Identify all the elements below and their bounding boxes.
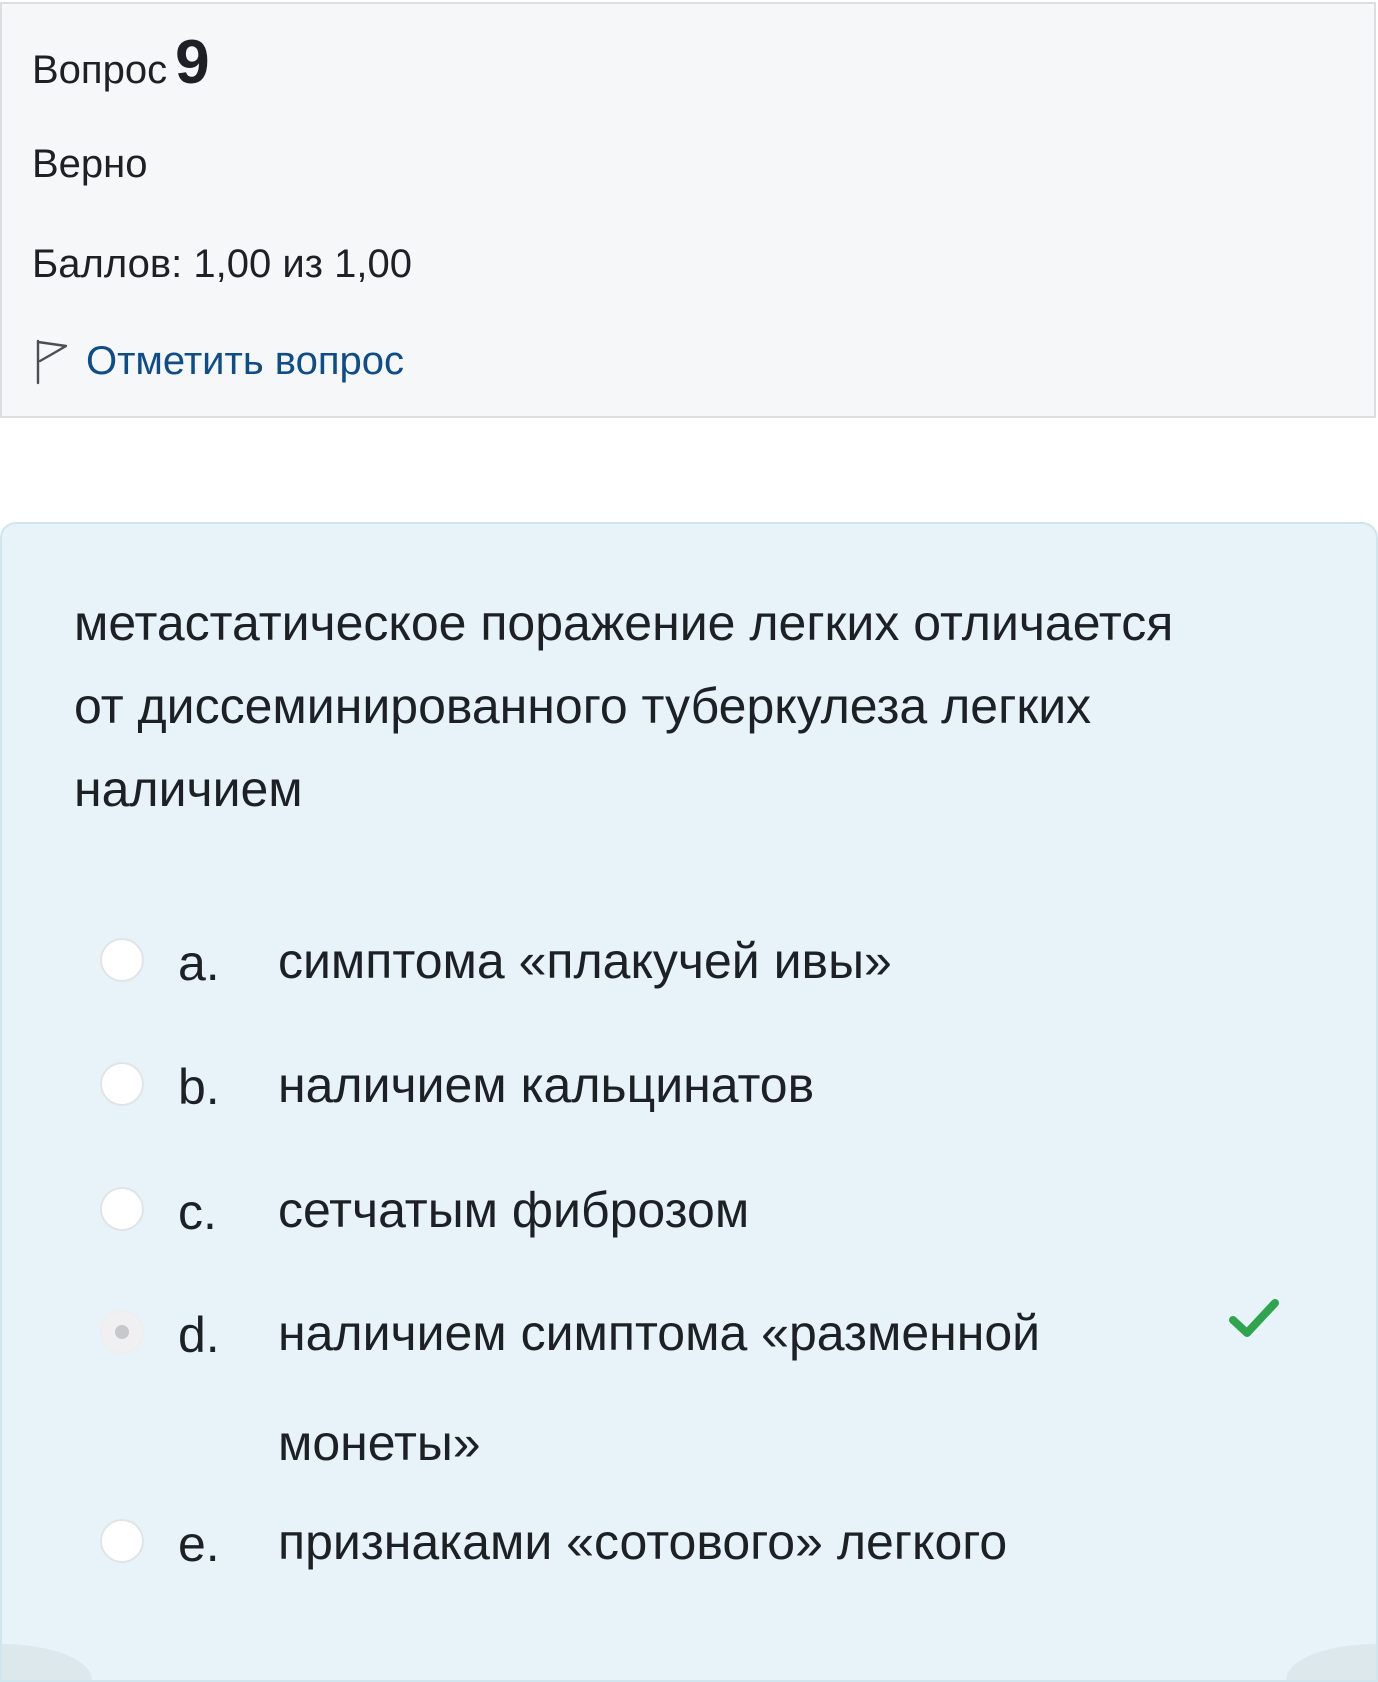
question-number: 9 <box>175 28 210 97</box>
answer-radio-b[interactable] <box>100 1062 144 1106</box>
answer-letter-c: c. <box>178 1184 217 1240</box>
answer-text-a: симптома «плакучей ивы» <box>278 933 892 989</box>
answer-letter-b: b. <box>178 1059 220 1115</box>
flag-question-label: Отметить вопрос <box>86 339 404 383</box>
answer-letter-e: e. <box>178 1516 220 1572</box>
answer-radio-c[interactable] <box>100 1187 144 1231</box>
answer-text-d: наличием симптома «разменной монеты» <box>278 1305 1041 1471</box>
answer-list: a. симптома «плакучей ивы» b. наличием к… <box>2 524 1376 1680</box>
answer-text-e: признаками «сотового» легкого <box>278 1514 1008 1570</box>
check-icon <box>1229 1299 1279 1337</box>
question-state: Верно <box>32 142 148 186</box>
answer-radio-d[interactable] <box>100 1310 144 1354</box>
answer-letter-a: a. <box>178 935 220 991</box>
flag-question-link[interactable]: Отметить вопрос <box>32 337 404 385</box>
question-content-panel: метастатическое поражение легких отличае… <box>0 522 1378 1682</box>
answer-text-b: наличием кальцинатов <box>278 1057 815 1113</box>
flag-icon <box>36 339 68 385</box>
answer-text-c: сетчатым фиброзом <box>278 1182 750 1238</box>
question-number-heading: Вопрос 9 <box>32 32 210 94</box>
answer-radio-e[interactable] <box>100 1519 144 1563</box>
answer-letter-d: d. <box>178 1307 220 1363</box>
question-info-panel: Вопрос 9 Верно Баллов: 1,00 из 1,00 Отмет… <box>0 2 1376 418</box>
question-grade: Баллов: 1,00 из 1,00 <box>32 242 412 286</box>
answer-radio-a[interactable] <box>100 938 144 982</box>
question-word: Вопрос <box>32 48 168 92</box>
